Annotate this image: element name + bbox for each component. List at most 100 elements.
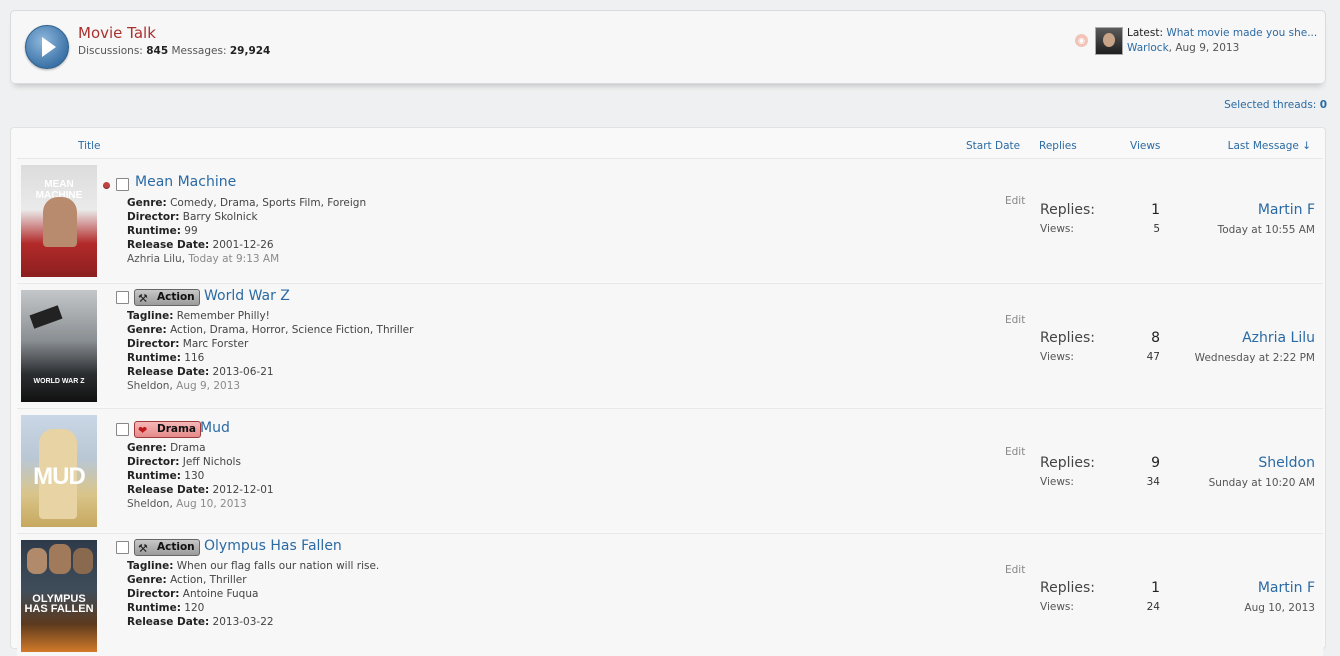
thread-select-checkbox[interactable] (116, 541, 129, 554)
thread-start-date[interactable]: Aug 9, 2013 (176, 380, 240, 392)
genre-value: Comedy, Drama, Sports Film, Foreign (170, 197, 367, 209)
runtime-label: Runtime: (127, 602, 181, 614)
forum-play-icon[interactable] (25, 25, 69, 69)
poster-title: MUD (33, 463, 86, 490)
views-label: Views: (1040, 601, 1074, 613)
discussions-label: Discussions: (78, 45, 143, 57)
prefix-action-badge[interactable]: ⚒ Action (134, 289, 200, 306)
last-message-time[interactable]: Aug 10, 2013 (1244, 602, 1315, 614)
replies-count: 9 (1151, 455, 1160, 471)
movie-poster[interactable]: WORLD WAR Z (21, 290, 97, 402)
poster-title: WORLD WAR Z (33, 378, 85, 385)
prefix-drama-badge[interactable]: ❤ Drama (134, 421, 202, 438)
gun-icon: ⚒ (138, 542, 148, 555)
last-message-user-link[interactable]: Sheldon (1258, 455, 1315, 471)
messages-count: 29,924 (229, 45, 271, 57)
thread-details: Genre: Comedy, Drama, Sports Film, Forei… (127, 197, 367, 265)
release-date-label: Release Date: (127, 366, 210, 378)
column-replies[interactable]: Replies (1039, 140, 1077, 152)
poster-figure (43, 197, 77, 247)
movie-poster[interactable]: MUD (21, 415, 97, 527)
prefix-label: Action (157, 291, 195, 303)
edit-link[interactable]: Edit (1005, 446, 1025, 458)
replies-label: Replies: (1040, 455, 1096, 471)
selected-threads[interactable]: Selected threads: 0 (1224, 99, 1327, 111)
prefix-action-badge[interactable]: ⚒ Action (134, 539, 200, 556)
replies-label: Replies: (1040, 580, 1096, 596)
views-label: Views: (1040, 476, 1074, 488)
latest-user-link[interactable]: Warlock (1127, 42, 1169, 54)
forum-header: Movie Talk Discussions: 845 Messages: 29… (10, 10, 1326, 84)
prefix-label: Action (157, 541, 195, 553)
movie-poster[interactable]: MEAN MACHINE (21, 165, 97, 277)
runtime-value: 120 (184, 602, 205, 614)
tagline-value: When our flag falls our nation will rise… (176, 560, 380, 572)
thread-select-checkbox[interactable] (116, 423, 129, 436)
release-date-label: Release Date: (127, 616, 210, 628)
director-label: Director: (127, 456, 180, 468)
release-date-value: 2013-06-21 (212, 366, 274, 378)
column-title[interactable]: Title (78, 140, 101, 152)
column-last-message[interactable]: Last Message ↓ (1228, 140, 1311, 152)
messages-label: Messages: (171, 45, 227, 57)
director-value: Antoine Fuqua (182, 588, 259, 600)
genre-label: Genre: (127, 574, 167, 586)
tagline-label: Tagline: (127, 310, 174, 322)
discussions-count: 845 (146, 45, 169, 57)
director-label: Director: (127, 338, 180, 350)
column-start-date[interactable]: Start Date (966, 140, 1020, 152)
thread-title-link[interactable]: Mean Machine (135, 174, 236, 190)
edit-link[interactable]: Edit (1005, 564, 1025, 576)
latest-avatar[interactable] (1095, 27, 1123, 55)
release-date-value: 2012-12-01 (212, 484, 274, 496)
thread-details: Tagline: When our flag falls our nation … (127, 559, 379, 629)
thread-details: Genre: Drama Director: Jeff Nichols Runt… (127, 442, 274, 510)
thread-title-link[interactable]: World War Z (204, 288, 290, 304)
thread-select-checkbox[interactable] (116, 178, 129, 191)
last-message-time[interactable]: Today at 10:55 AM (1218, 224, 1315, 236)
tagline-label: Tagline: (127, 560, 174, 572)
forum-title[interactable]: Movie Talk (78, 24, 156, 42)
runtime-value: 116 (184, 352, 205, 364)
thread-start-date[interactable]: Aug 10, 2013 (176, 498, 247, 510)
last-message-user-link[interactable]: Martin F (1258, 202, 1315, 218)
movie-poster[interactable]: OLYMPUS HAS FALLEN (21, 540, 97, 652)
director-value: Barry Skolnick (182, 211, 258, 223)
replies-count: 1 (1151, 580, 1160, 596)
replies-count: 8 (1151, 330, 1160, 346)
rss-icon[interactable]: ◉ (1075, 34, 1088, 47)
thread-select-checkbox[interactable] (116, 291, 129, 304)
edit-link[interactable]: Edit (1005, 314, 1025, 326)
thread-starter-link[interactable]: Sheldon (127, 380, 169, 392)
selected-threads-label: Selected threads: (1224, 99, 1317, 111)
last-message-user-link[interactable]: Azhria Lilu (1242, 330, 1315, 346)
latest-post-meta: Warlock, Aug 9, 2013 (1127, 42, 1239, 54)
thread-starter-link[interactable]: Sheldon (127, 498, 169, 510)
views-label: Views: (1040, 351, 1074, 363)
latest-date: , Aug 9, 2013 (1168, 42, 1240, 54)
thread-details: Tagline: Remember Philly! Genre: Action,… (127, 310, 414, 392)
release-date-label: Release Date: (127, 239, 210, 251)
runtime-label: Runtime: (127, 352, 181, 364)
replies-label: Replies: (1040, 202, 1096, 218)
gun-icon: ⚒ (138, 292, 148, 305)
thread-starter-link[interactable]: Azhria Lilu (127, 253, 182, 265)
edit-link[interactable]: Edit (1005, 195, 1025, 207)
thread-start-date[interactable]: Today at 9:13 AM (188, 253, 279, 265)
release-date-value: 2013-03-22 (212, 616, 274, 628)
genre-value: Action, Thriller (170, 574, 247, 586)
views-count: 34 (1146, 476, 1160, 488)
last-message-time[interactable]: Sunday at 10:20 AM (1209, 477, 1315, 489)
thread-row: MUD ❤ Drama Mud Genre: Drama Director: Je… (17, 408, 1323, 531)
release-date-label: Release Date: (127, 484, 210, 496)
last-message-time[interactable]: Wednesday at 2:22 PM (1195, 352, 1315, 364)
column-views[interactable]: Views (1130, 140, 1160, 152)
last-message-user-link[interactable]: Martin F (1258, 580, 1315, 596)
thread-title-link[interactable]: Mud (200, 420, 230, 436)
thread-title-link[interactable]: Olympus Has Fallen (204, 538, 342, 554)
latest-label: Latest: (1127, 27, 1163, 39)
latest-thread-link[interactable]: What movie made you she... (1166, 27, 1317, 39)
poster-face (49, 544, 71, 574)
views-label: Views: (1040, 223, 1074, 235)
selected-threads-count: 0 (1319, 99, 1327, 111)
